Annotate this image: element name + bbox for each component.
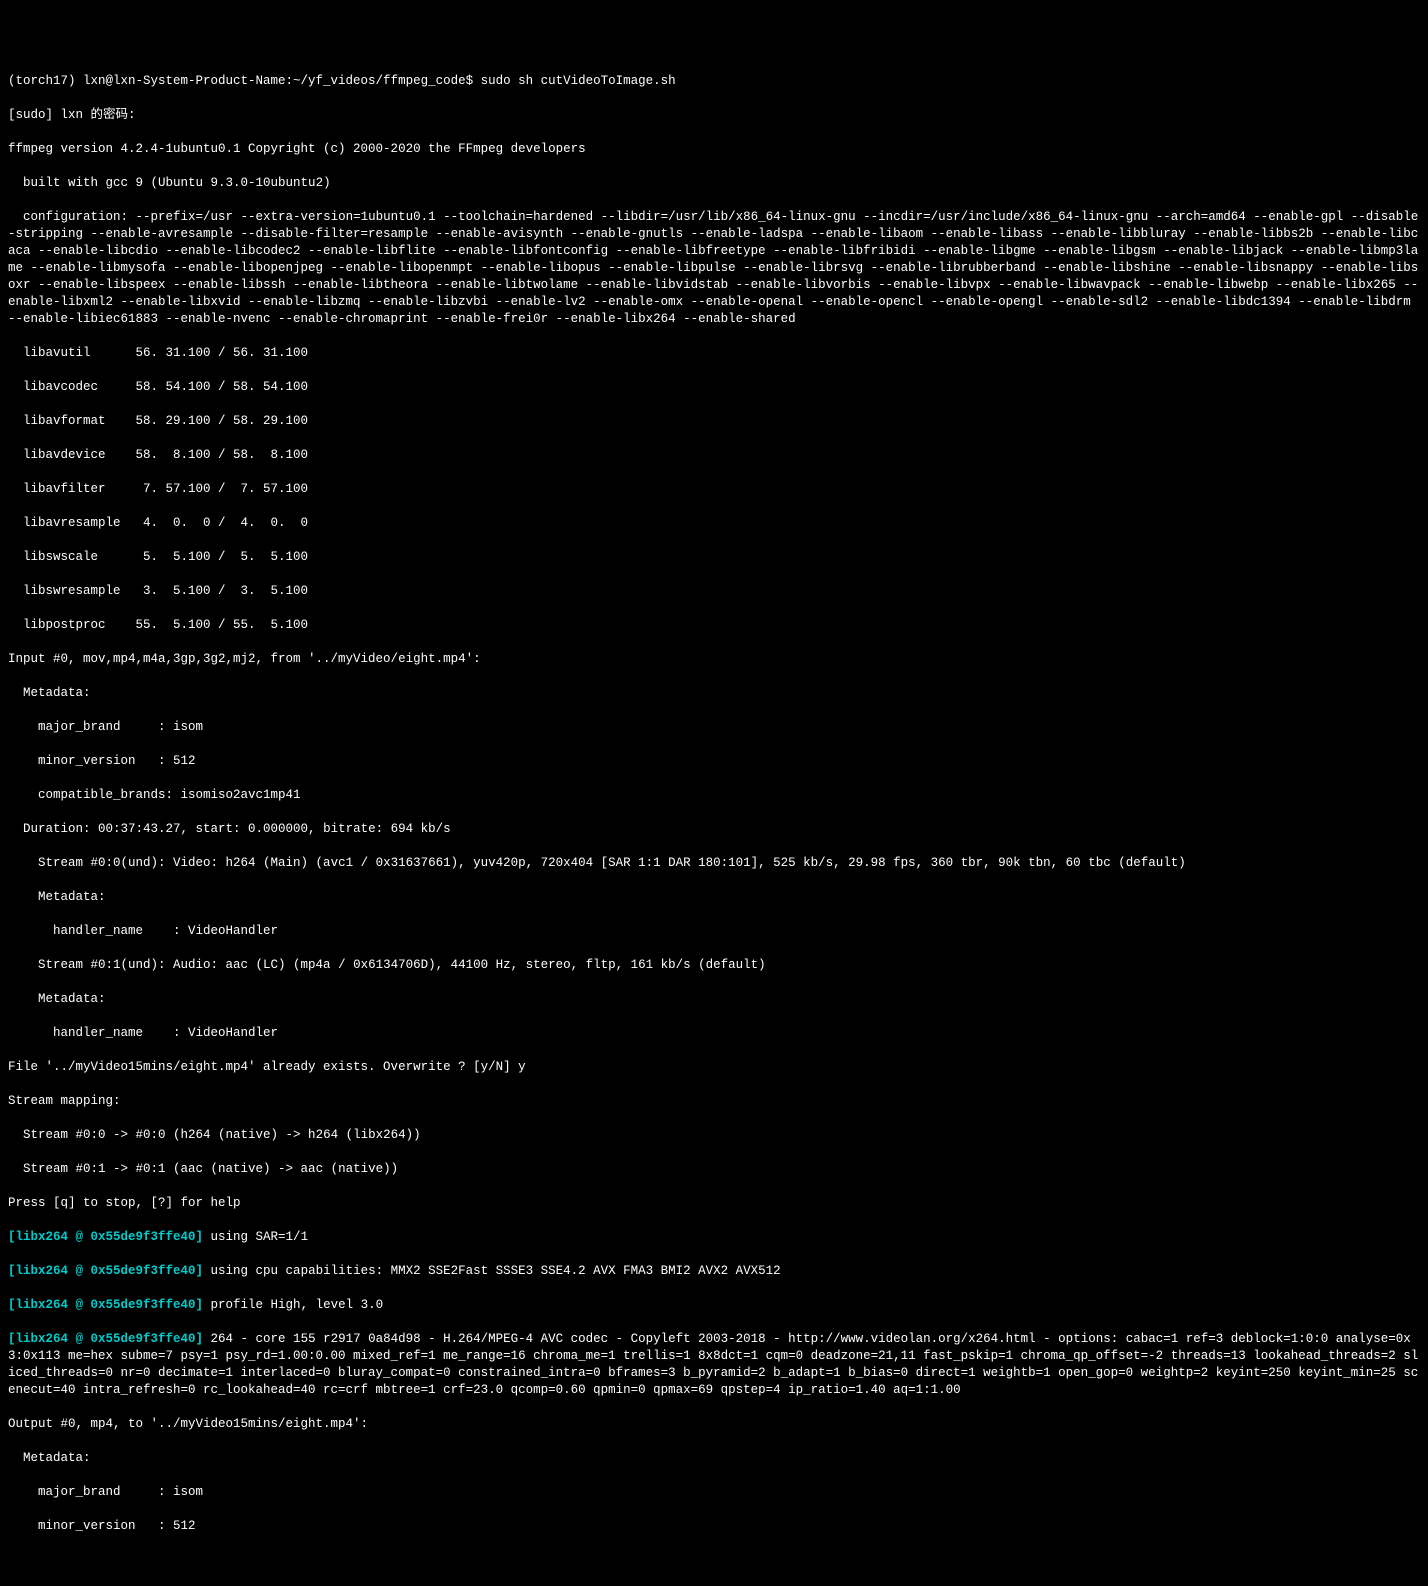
libx264-sar-line: [libx264 @ 0x55de9f3ffe40] using SAR=1/1 xyxy=(8,1229,1420,1246)
stream-map1-line: Stream #0:1 -> #0:1 (aac (native) -> aac… xyxy=(8,1161,1420,1178)
stream1-line: Stream #0:1(und): Audio: aac (LC) (mp4a … xyxy=(8,957,1420,974)
sudo-password-line: [sudo] lxn 的密码: xyxy=(8,107,1420,124)
stream0-line: Stream #0:0(und): Video: h264 (Main) (av… xyxy=(8,855,1420,872)
libx264-options-text: 264 - core 155 r2917 0a84d98 - H.264/MPE… xyxy=(8,1332,1418,1397)
press-q-line: Press [q] to stop, [?] for help xyxy=(8,1195,1420,1212)
stream-map0-line: Stream #0:0 -> #0:0 (h264 (native) -> h2… xyxy=(8,1127,1420,1144)
out-major-brand-line: major_brand : isom xyxy=(8,1484,1420,1501)
libswscale-line: libswscale 5. 5.100 / 5. 5.100 xyxy=(8,549,1420,566)
libx264-profile-text: profile High, level 3.0 xyxy=(203,1298,383,1312)
libx264-cpu-line: [libx264 @ 0x55de9f3ffe40] using cpu cap… xyxy=(8,1263,1420,1280)
libswresample-line: libswresample 3. 5.100 / 3. 5.100 xyxy=(8,583,1420,600)
output0-line: Output #0, mp4, to '../myVideo15mins/eig… xyxy=(8,1416,1420,1433)
configuration-line: configuration: --prefix=/usr --extra-ver… xyxy=(8,209,1420,328)
out-minor-version-line: minor_version : 512 xyxy=(8,1518,1420,1535)
libx264-tag: [libx264 @ 0x55de9f3ffe40] xyxy=(8,1298,203,1312)
libx264-sar-text: using SAR=1/1 xyxy=(203,1230,308,1244)
file-exists-line: File '../myVideo15mins/eight.mp4' alread… xyxy=(8,1059,1420,1076)
duration-line: Duration: 00:37:43.27, start: 0.000000, … xyxy=(8,821,1420,838)
libavformat-line: libavformat 58. 29.100 / 58. 29.100 xyxy=(8,413,1420,430)
built-with-line: built with gcc 9 (Ubuntu 9.3.0-10ubuntu2… xyxy=(8,175,1420,192)
metadata-label: Metadata: xyxy=(8,1450,1420,1467)
input0-line: Input #0, mov,mp4,m4a,3gp,3g2,mj2, from … xyxy=(8,651,1420,668)
terminal-prompt-line: (torch17) lxn@lxn-System-Product-Name:~/… xyxy=(8,73,1420,90)
compatible-brands-line: compatible_brands: isomiso2avc1mp41 xyxy=(8,787,1420,804)
libavcodec-line: libavcodec 58. 54.100 / 58. 54.100 xyxy=(8,379,1420,396)
handler-name-line: handler_name : VideoHandler xyxy=(8,1025,1420,1042)
libavresample-line: libavresample 4. 0. 0 / 4. 0. 0 xyxy=(8,515,1420,532)
libpostproc-line: libpostproc 55. 5.100 / 55. 5.100 xyxy=(8,617,1420,634)
libx264-tag: [libx264 @ 0x55de9f3ffe40] xyxy=(8,1230,203,1244)
libavutil-line: libavutil 56. 31.100 / 56. 31.100 xyxy=(8,345,1420,362)
libavdevice-line: libavdevice 58. 8.100 / 58. 8.100 xyxy=(8,447,1420,464)
metadata-label: Metadata: xyxy=(8,889,1420,906)
handler-name-line: handler_name : VideoHandler xyxy=(8,923,1420,940)
libx264-profile-line: [libx264 @ 0x55de9f3ffe40] profile High,… xyxy=(8,1297,1420,1314)
major-brand-line: major_brand : isom xyxy=(8,719,1420,736)
libx264-options-line: [libx264 @ 0x55de9f3ffe40] 264 - core 15… xyxy=(8,1331,1420,1399)
libavfilter-line: libavfilter 7. 57.100 / 7. 57.100 xyxy=(8,481,1420,498)
libx264-tag: [libx264 @ 0x55de9f3ffe40] xyxy=(8,1264,203,1278)
libx264-cpu-text: using cpu capabilities: MMX2 SSE2Fast SS… xyxy=(203,1264,781,1278)
metadata-label: Metadata: xyxy=(8,685,1420,702)
ffmpeg-version-line: ffmpeg version 4.2.4-1ubuntu0.1 Copyrigh… xyxy=(8,141,1420,158)
metadata-label: Metadata: xyxy=(8,991,1420,1008)
minor-version-line: minor_version : 512 xyxy=(8,753,1420,770)
libx264-tag: [libx264 @ 0x55de9f3ffe40] xyxy=(8,1332,203,1346)
stream-mapping-line: Stream mapping: xyxy=(8,1093,1420,1110)
